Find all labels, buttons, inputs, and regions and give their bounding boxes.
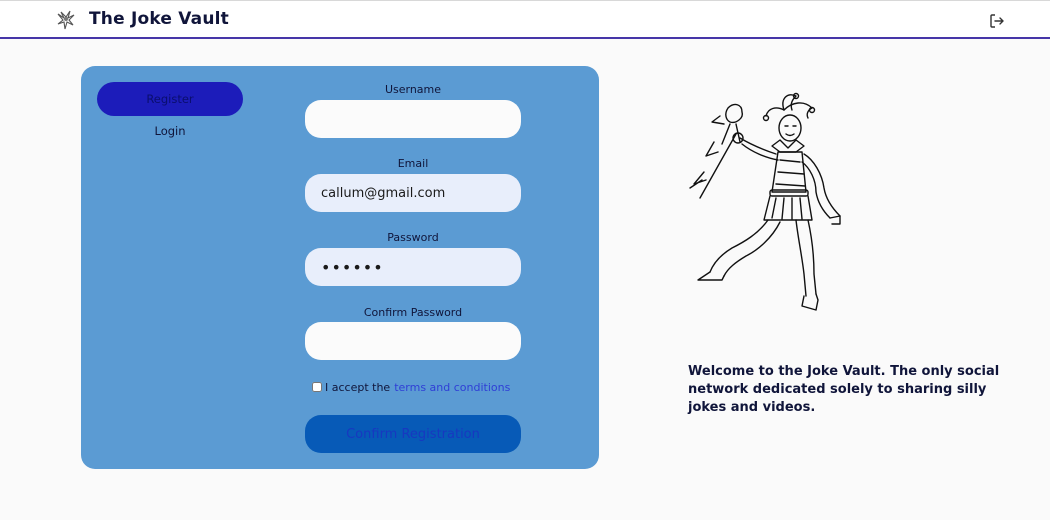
confirm-registration-button[interactable]: Confirm Registration <box>305 415 521 453</box>
jester-illustration <box>689 92 841 311</box>
app-title: The Joke Vault <box>89 9 230 29</box>
terms-prefix: I accept the <box>325 380 391 394</box>
login-tab[interactable]: Login <box>97 124 243 142</box>
jester-icon <box>57 10 75 30</box>
username-field[interactable] <box>305 100 521 138</box>
register-tab[interactable]: Register <box>97 82 243 116</box>
terms-checkbox[interactable] <box>312 382 322 392</box>
logout-icon[interactable] <box>988 12 1006 30</box>
email-field[interactable] <box>305 174 521 212</box>
confirm-password-label: Confirm Password <box>363 306 463 319</box>
registration-panel: Register Login Username Email Password C… <box>81 66 599 469</box>
terms-row: I accept the terms and conditions <box>312 379 510 395</box>
top-bar: The Joke Vault <box>0 0 1050 39</box>
password-field[interactable] <box>305 248 521 286</box>
terms-link[interactable]: terms and conditions <box>394 381 510 394</box>
confirm-password-field[interactable] <box>305 322 521 360</box>
username-label: Username <box>384 83 442 96</box>
password-label: Password <box>387 231 439 244</box>
welcome-message: Welcome to the Joke Vault. The only soci… <box>688 364 1000 415</box>
email-label: Email <box>397 157 429 170</box>
